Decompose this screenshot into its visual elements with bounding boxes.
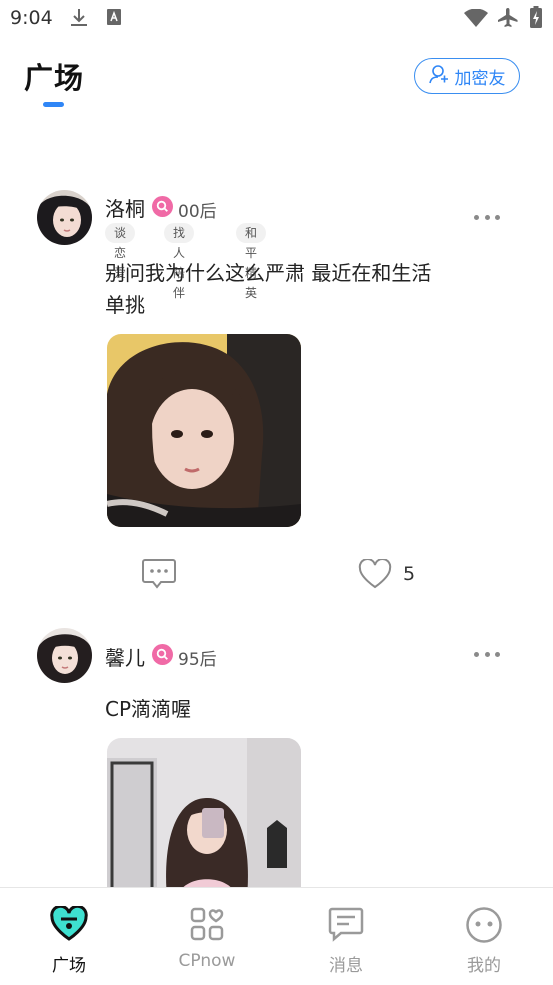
add-user-icon [428, 64, 449, 89]
female-search-badge-icon [152, 644, 173, 665]
age-label: 00后 [178, 202, 217, 222]
tag: 和平精英 [236, 223, 267, 300]
add-friend-label: 加密友 [454, 68, 506, 89]
avatar[interactable] [37, 190, 92, 245]
nav-label: 消息 [329, 956, 363, 976]
status-bar: 9:04 [0, 0, 553, 38]
post-photo[interactable] [107, 738, 301, 898]
like-count: 5 [403, 563, 416, 585]
nav-label: CPnow [178, 951, 236, 971]
tab-indicator [43, 102, 64, 107]
bottom-nav: 广场 CPnow 消息 我的 [0, 887, 553, 985]
page-title[interactable]: 广场 [24, 55, 84, 97]
username[interactable]: 洛桐 [105, 193, 145, 222]
post-text: CP滴滴喔 [105, 697, 192, 721]
username[interactable]: 馨儿 [105, 642, 145, 671]
tag: 谈恋爱 [105, 223, 136, 280]
download-icon [70, 8, 88, 32]
airplane-mode-icon [497, 7, 519, 33]
grid-heart-icon [189, 906, 225, 946]
status-time: 9:04 [10, 7, 53, 29]
more-options-icon[interactable] [474, 650, 500, 658]
nav-label: 我的 [467, 956, 501, 976]
heart-icon[interactable] [358, 558, 392, 593]
nav-item-me[interactable]: 我的 [415, 888, 553, 985]
nav-item-messages[interactable]: 消息 [277, 888, 415, 985]
message-icon [327, 906, 365, 946]
face-icon [465, 906, 503, 948]
add-friend-button[interactable]: 加密友 [414, 58, 520, 94]
nav-item-square[interactable]: 广场 [0, 888, 138, 985]
heart-square-icon [49, 904, 89, 946]
post-text: 别问我为什么这么严肃 最近在和生活单挑 [105, 261, 432, 317]
nav-item-cpnow[interactable]: CPnow [138, 888, 276, 985]
nav-label: 广场 [52, 956, 86, 976]
comment-icon[interactable] [141, 558, 177, 594]
female-search-badge-icon [152, 196, 173, 217]
font-icon [106, 8, 122, 30]
post-photo[interactable] [107, 334, 301, 527]
battery-charging-icon [530, 6, 542, 32]
avatar[interactable] [37, 628, 92, 683]
more-options-icon[interactable] [474, 213, 500, 221]
wifi-icon [464, 8, 488, 31]
tag: 找人陪伴 [164, 223, 195, 300]
age-label: 95后 [178, 650, 217, 670]
